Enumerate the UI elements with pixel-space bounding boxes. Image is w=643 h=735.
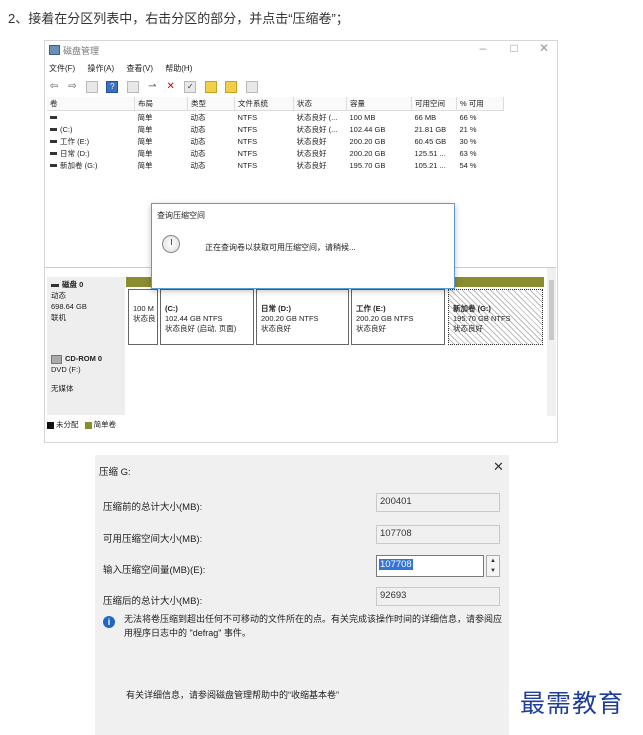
shrink-dialog-title: 压缩 G: <box>99 467 131 478</box>
properties-icon[interactable] <box>245 80 258 93</box>
partition-c[interactable]: (C:) 102.44 GB NTFS 状态良好 (启动, 页面) <box>160 289 254 345</box>
volume-icon <box>50 164 57 168</box>
table-row[interactable]: 新加卷 (G:) 简单 动态 NTFS 状态良好 195.70 GB 105.21 ...… <box>47 159 504 171</box>
shrink-amount-label: 输入压缩空间量(MB)(E): <box>103 565 206 576</box>
legend-unallocated-swatch <box>47 421 54 429</box>
maximize-button[interactable]: □ <box>507 41 521 55</box>
forward-arrow-icon[interactable]: ⇨ <box>67 81 77 92</box>
total-before-value: 200401 <box>376 493 500 512</box>
shrink-info-text: 无法将卷压缩到超出任何不可移动的文件所在的点。有关完成该操作时间的详细信息，请参… <box>124 614 503 638</box>
shrink-help-link-text: 有关详细信息，请参阅磁盘管理帮助中的“收缩基本卷” <box>126 690 339 700</box>
col-free-space[interactable]: 可用空间 <box>411 97 457 111</box>
disk-0-header[interactable]: 磁盘 0 动态 698.64 GB 联机 <box>47 277 125 351</box>
legend-simple-volume-swatch <box>84 421 92 429</box>
partition-system-reserved[interactable]: 100 M 状态良 <box>128 289 158 345</box>
col-status[interactable]: 状态 <box>293 97 347 111</box>
minimize-button[interactable]: – <box>476 41 490 55</box>
cdrom-icon <box>51 354 62 364</box>
partition-d[interactable]: 日常 (D:) 200.20 GB NTFS 状态良好 <box>256 289 349 345</box>
partition-e[interactable]: 工作 (E:) 200.20 GB NTFS 状态良好 <box>351 289 445 345</box>
menu-view[interactable]: 查看(V) <box>126 64 153 73</box>
vertical-scrollbar[interactable] <box>547 268 556 416</box>
menu-help[interactable]: 帮助(H) <box>165 64 192 73</box>
delete-icon[interactable]: ✕ <box>166 81 176 92</box>
table-row[interactable]: 简单 动态 NTFS 状态良好 (... 100 MB 66 MB 66 % <box>47 111 504 124</box>
shrink-dialog-close-icon[interactable]: ✕ <box>493 459 504 475</box>
table-row[interactable]: 工作 (E:) 简单 动态 NTFS 状态良好 200.20 GB 60.45 GB 30 … <box>47 135 504 147</box>
disk-management-app-icon <box>49 45 60 55</box>
available-shrink-label: 可用压缩空间大小(MB): <box>103 534 203 545</box>
menu-bar: 文件(F) 操作(A) 查看(V) 帮助(H) <box>49 63 202 74</box>
close-button[interactable]: ✕ <box>537 41 551 55</box>
back-arrow-icon[interactable]: ⇦ <box>49 81 59 92</box>
volume-icon <box>50 152 57 156</box>
volume-icon <box>50 128 57 132</box>
table-header-row: 卷 布局 类型 文件系统 状态 容量 可用空间 % 可用 <box>47 97 504 111</box>
volume-icon <box>50 140 57 144</box>
clock-icon <box>162 235 180 253</box>
scrollbar-thumb[interactable] <box>549 280 554 340</box>
legend: 未分配 简单卷 <box>47 419 116 430</box>
total-after-value: 92693 <box>376 587 500 606</box>
partition-g-selected[interactable]: 新加卷 (G:) 195.70 GB NTFS 状态良好 <box>448 289 543 345</box>
list-view-icon[interactable] <box>126 80 139 93</box>
col-layout[interactable]: 布局 <box>134 97 188 111</box>
connect-icon[interactable]: ⇀ <box>147 81 157 92</box>
console-tree-icon[interactable] <box>85 80 98 93</box>
help-icon[interactable]: ? <box>106 80 119 93</box>
shrink-amount-input[interactable]: 107708 <box>376 555 484 577</box>
toolbar: ⇦ ⇨ ? ⇀ ✕ ✓ <box>47 78 260 93</box>
col-filesystem[interactable]: 文件系统 <box>234 97 294 111</box>
disk-icon <box>51 283 59 287</box>
col-capacity[interactable]: 容量 <box>346 97 412 111</box>
volume-list-table: 卷 布局 类型 文件系统 状态 容量 可用空间 % 可用 简单 动态 NTFS 状态良… <box>47 97 504 171</box>
total-before-label: 压缩前的总计大小(MB): <box>103 502 203 513</box>
menu-file[interactable]: 文件(F) <box>49 64 75 73</box>
total-after-label: 压缩后的总计大小(MB): <box>103 596 203 607</box>
window-title: 磁盘管理 <box>49 44 99 57</box>
table-row[interactable]: 日常 (D:) 简单 动态 NTFS 状态良好 200.20 GB 125.51 ... 6… <box>47 147 504 159</box>
watermark: 最需教育 <box>520 689 625 718</box>
folder-icon[interactable] <box>204 80 217 93</box>
search-icon[interactable] <box>225 80 238 93</box>
col-type[interactable]: 类型 <box>187 97 235 111</box>
available-shrink-value: 107708 <box>376 525 500 544</box>
menu-action[interactable]: 操作(A) <box>87 64 114 73</box>
query-dialog-message: 正在查询卷以获取可用压缩空间，请稍候... <box>205 243 356 252</box>
table-row[interactable]: (C:) 简单 动态 NTFS 状态良好 (... 102.44 GB 21.81 GB 2… <box>47 123 504 135</box>
cdrom-header[interactable]: CD-ROM 0 DVD (F:) 无媒体 <box>47 351 125 415</box>
info-icon: i <box>103 616 115 628</box>
shrink-amount-stepper[interactable]: ▲ ▼ <box>486 555 500 577</box>
check-icon[interactable]: ✓ <box>184 80 197 93</box>
query-shrink-space-dialog: 查询压缩空间 正在查询卷以获取可用压缩空间，请稍候... <box>151 203 455 289</box>
col-volume[interactable]: 卷 <box>47 97 135 111</box>
step-instruction: 2、接着在分区列表中，右击分区的部分，并点击“压缩卷”； <box>8 11 349 26</box>
volume-icon <box>50 116 57 120</box>
col-percent-free[interactable]: % 可用 <box>456 97 504 111</box>
query-dialog-title: 查询压缩空间 <box>157 211 205 220</box>
